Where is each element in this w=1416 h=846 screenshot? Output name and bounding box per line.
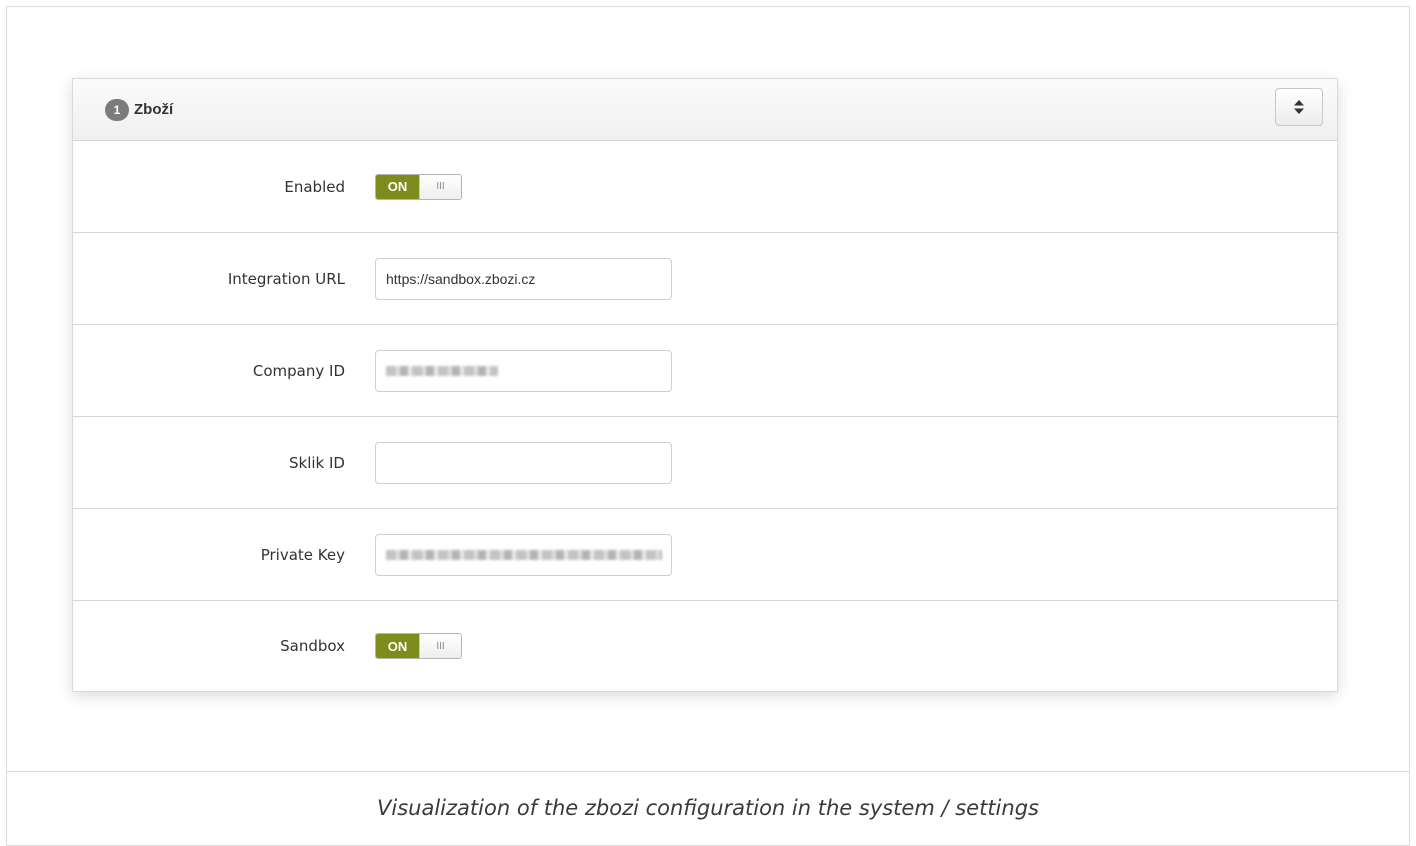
integration-url-label: Integration URL <box>227 269 345 288</box>
collapse-toggle-button[interactable] <box>1275 88 1323 126</box>
toggle-handle-icon: III <box>419 634 461 658</box>
sandbox-label: Sandbox <box>280 637 345 655</box>
sklik-id-input[interactable] <box>375 441 672 484</box>
sandbox-toggle[interactable]: ON III <box>375 633 462 659</box>
row-integration-url: Integration URL <box>73 233 1337 325</box>
integration-url-input[interactable] <box>375 257 672 300</box>
sandbox-toggle-on-label: ON <box>376 634 419 658</box>
company-id-label: Company ID <box>252 361 345 380</box>
private-key-input[interactable] <box>375 533 672 576</box>
redacted-value <box>386 549 662 560</box>
caption-divider <box>7 771 1409 772</box>
panel-title: Zboží <box>134 101 174 118</box>
enabled-toggle[interactable]: ON III <box>375 173 462 200</box>
redacted-value <box>386 365 498 376</box>
row-company-id: Company ID <box>73 325 1337 417</box>
company-id-input[interactable] <box>375 349 672 392</box>
enabled-toggle-on-label: ON <box>376 174 419 199</box>
sort-updown-icon <box>1294 100 1304 114</box>
figure-caption: Visualization of the zbozi configuration… <box>377 796 1039 820</box>
enabled-label: Enabled <box>284 177 345 196</box>
sklik-id-label: Sklik ID <box>289 453 345 472</box>
panel-header: 1 Zboží <box>73 79 1337 141</box>
panel-number-badge: 1 <box>105 98 129 121</box>
private-key-label: Private Key <box>260 545 345 564</box>
row-private-key: Private Key <box>73 509 1337 601</box>
zbozi-settings-panel: 1 Zboží Enabled ON III Integration URL C… <box>72 78 1338 692</box>
toggle-handle-icon: III <box>419 174 461 199</box>
row-sklik-id: Sklik ID <box>73 417 1337 509</box>
row-sandbox: Sandbox ON III <box>73 601 1337 691</box>
row-enabled: Enabled ON III <box>73 141 1337 233</box>
